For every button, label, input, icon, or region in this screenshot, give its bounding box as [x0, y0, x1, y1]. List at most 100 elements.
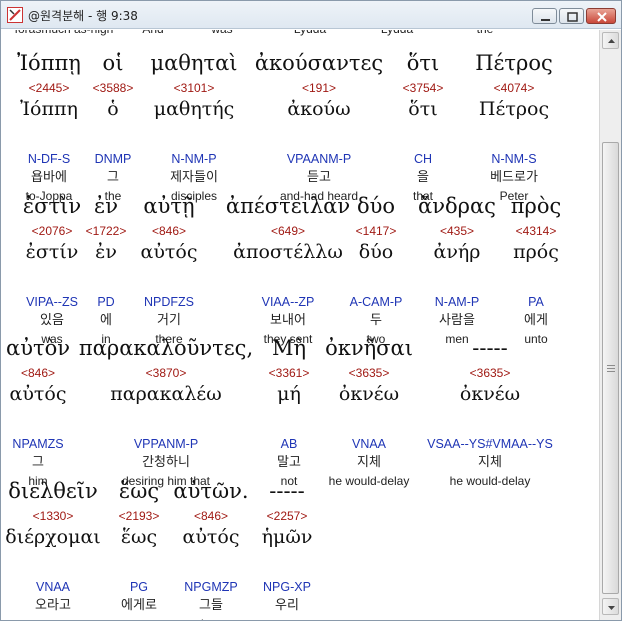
- lemma-word: ἡμῶν: [261, 526, 313, 548]
- scrollbar-thumb[interactable]: [602, 142, 619, 594]
- parsing-code: VPPANM-P: [133, 437, 199, 451]
- korean-gloss: 그: [32, 455, 44, 470]
- strongs-number: <649>: [270, 224, 306, 238]
- parsing-code: AB: [280, 437, 298, 451]
- minimize-button[interactable]: [532, 8, 557, 24]
- lemma-word: ὀκνέω: [338, 383, 400, 405]
- korean-gloss: 지체: [478, 455, 502, 470]
- korean-gloss: 을: [417, 170, 429, 185]
- korean-gloss: 욥바에: [31, 170, 67, 185]
- strongs-number: <3635>: [348, 366, 390, 380]
- parsing-code: N-NM-P: [171, 152, 217, 166]
- lemma-word: ἕως: [120, 526, 158, 548]
- strongs-number: <2193>: [118, 509, 160, 523]
- english-gloss: men: [445, 332, 469, 346]
- parsing-code: NPAMZS: [12, 437, 64, 451]
- lemma-word: αὐτός: [9, 383, 67, 405]
- strongs-number: <846>: [193, 509, 229, 523]
- korean-gloss: 그들: [199, 598, 223, 613]
- lemma-word: ἐν: [95, 241, 117, 263]
- title-bar[interactable]: @원격분해 - 행 9:38: [1, 1, 621, 29]
- parsing-code: NPG-XP: [263, 580, 311, 594]
- strongs-number: <1417>: [355, 224, 397, 238]
- strongs-number: <3870>: [145, 366, 187, 380]
- strongs-number: <2445>: [28, 81, 70, 95]
- lemma-word: ἀνήρ: [433, 241, 481, 263]
- strongs-number: <3754>: [402, 81, 444, 95]
- lemma-word: διέρχομαι: [5, 526, 101, 548]
- greek-word: πρὸς: [510, 194, 562, 218]
- greek-word: ὅτι: [406, 51, 440, 75]
- lemma-word: δύο: [358, 241, 394, 263]
- greek-word: διελθεῖν: [8, 479, 98, 503]
- greek-word: αὐτῶν.: [173, 479, 249, 503]
- strongs-number: <846>: [20, 366, 56, 380]
- strongs-number: <3361>: [268, 366, 310, 380]
- strongs-number: <3101>: [173, 81, 215, 95]
- korean-gloss: 보내어: [270, 313, 306, 328]
- partial-english-word: was: [211, 30, 232, 35]
- english-gloss: us: [281, 618, 294, 620]
- close-button[interactable]: [586, 8, 616, 24]
- korean-gloss: 간청하니: [142, 455, 190, 470]
- greek-word: δύο: [356, 194, 396, 218]
- lemma-word: μαθητής: [153, 98, 235, 120]
- scroll-down-arrow-icon[interactable]: [602, 598, 619, 615]
- maximize-button[interactable]: [559, 8, 584, 24]
- korean-gloss: 말고: [277, 455, 301, 470]
- parsing-code: VPAANM-P: [286, 152, 352, 166]
- parsing-code: N-AM-P: [434, 295, 480, 309]
- greek-word: ἀπέστειλαν: [225, 194, 351, 218]
- lemma-word: Ἰόππη: [20, 98, 78, 120]
- english-gloss: them: [198, 618, 225, 620]
- english-gloss: to come: [32, 618, 75, 620]
- app-icon: [7, 7, 23, 23]
- greek-word: ἐστὶν: [22, 194, 82, 218]
- strongs-number: <4314>: [515, 224, 557, 238]
- korean-gloss: 그: [107, 170, 119, 185]
- korean-gloss: 있음: [40, 313, 64, 328]
- greek-word: ἄνδρας: [418, 194, 496, 218]
- strongs-number: <2076>: [31, 224, 73, 238]
- lemma-word: αὐτός: [140, 241, 198, 263]
- parsing-code: N-DF-S: [27, 152, 71, 166]
- greek-word: ἐν: [93, 194, 119, 218]
- english-gloss: he would-delay: [449, 474, 531, 488]
- strongs-number: <3635>: [469, 366, 511, 380]
- greek-word: Μὴ: [271, 336, 307, 360]
- partial-english-word: And: [142, 30, 163, 35]
- parsing-code: VIAA--ZP: [261, 295, 315, 309]
- greek-word: οἱ: [102, 51, 124, 75]
- greek-word: παρακαλοῦντες,: [78, 336, 254, 360]
- greek-word: -----: [472, 336, 508, 360]
- partial-english-word: the: [477, 30, 494, 35]
- strongs-number: <3588>: [92, 81, 134, 95]
- parsing-code: VSAA--YS#VMAA--YS: [427, 437, 553, 451]
- strongs-number: <4074>: [493, 81, 535, 95]
- parsing-code: VIPA--ZS: [26, 295, 78, 309]
- parsing-code: N-NM-S: [491, 152, 537, 166]
- lemma-word: ἐστίν: [25, 241, 79, 263]
- interlinear-view[interactable]: forasmuch as-nigh And was Lydda Lydda the Ἰόππ…: [1, 30, 599, 620]
- strongs-number: <1722>: [85, 224, 127, 238]
- korean-gloss: 에게: [524, 313, 548, 328]
- strongs-number: <846>: [151, 224, 187, 238]
- korean-gloss: 에게로: [121, 598, 157, 613]
- parsing-code: NPDFZS: [144, 295, 194, 309]
- parsing-code: PG: [129, 580, 149, 594]
- partial-english-word: Lydda: [381, 30, 413, 35]
- lemma-word: ὀκνέω: [459, 383, 521, 405]
- lemma-word: ἀκούω: [287, 98, 351, 120]
- vertical-scrollbar[interactable]: [599, 30, 621, 620]
- parsing-code: A-CAM-P: [349, 295, 403, 309]
- window-title: @원격분해 - 행 9:38: [28, 9, 138, 23]
- korean-gloss: 베드로가: [490, 170, 538, 185]
- korean-gloss: 오라고: [35, 598, 71, 613]
- lemma-word: ὅτι: [408, 98, 438, 120]
- scroll-up-arrow-icon[interactable]: [602, 32, 619, 49]
- korean-gloss: 사람을: [439, 313, 475, 328]
- strongs-number: <1330>: [32, 509, 74, 523]
- korean-gloss: 에: [100, 313, 112, 328]
- lemma-word: πρός: [513, 241, 559, 263]
- parsing-code: PD: [97, 295, 115, 309]
